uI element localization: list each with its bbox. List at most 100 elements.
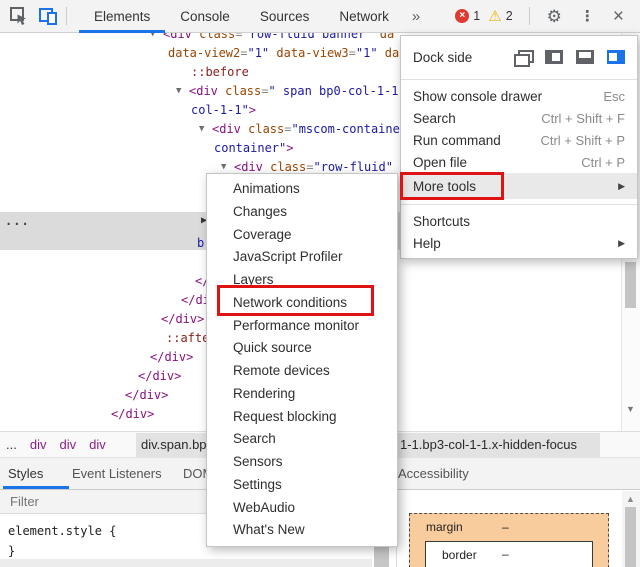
scroll-up-arrow-icon[interactable]: ▲	[624, 494, 637, 504]
box-model-margin[interactable]: margin – border –	[409, 513, 609, 567]
dom-scrollbar-thumb[interactable]	[625, 262, 636, 308]
devtools-window: Elements Console Sources Network» × 1 ⚠ 2 ⚙…	[0, 0, 640, 567]
device-toolbar-icon[interactable]	[38, 6, 58, 26]
tab-styles[interactable]: Styles	[8, 458, 43, 489]
devtools-toolbar: Elements Console Sources Network» × 1 ⚠ 2 ⚙…	[0, 0, 640, 33]
error-icon[interactable]: ×	[455, 9, 470, 23]
tab-elements[interactable]: Elements	[79, 0, 165, 33]
dom-tree-line: </div>	[150, 350, 194, 364]
submenu-item-animations[interactable]: Animations	[207, 178, 397, 201]
box-model-border[interactable]: border –	[425, 541, 593, 567]
warning-count: 2	[505, 9, 513, 23]
breadcrumb-crumb[interactable]: div	[59, 437, 76, 452]
menu-item-label: Show console drawer	[413, 88, 543, 104]
menu-item-show-console-drawer[interactable]: Show console drawer Esc	[401, 85, 637, 107]
breadcrumb-crumb[interactable]: div	[30, 437, 47, 452]
menu-item-dock-side[interactable]: Dock side	[401, 40, 637, 74]
warning-icon[interactable]: ⚠	[488, 9, 501, 24]
dom-tree-line: ▼ <div class="row-fluid banner" da	[150, 33, 395, 41]
toolbar-divider	[528, 7, 530, 25]
menu-dots-icon[interactable]: ⋮	[580, 9, 595, 24]
submenu-item-remote-devices[interactable]: Remote devices	[207, 360, 397, 383]
metrics-pane: margin – border –	[396, 490, 640, 567]
dock-side-icons	[514, 50, 625, 67]
breadcrumb-ellipsis[interactable]: ...	[6, 437, 17, 452]
selected-node-gutter-dots: ...	[5, 214, 30, 228]
dom-tree-line: ::before	[191, 65, 249, 79]
undock-icon[interactable]	[514, 50, 534, 67]
toolbar-divider	[66, 7, 67, 25]
menu-item-label: Search	[413, 110, 456, 126]
submenu-item-coverage[interactable]: Coverage	[207, 224, 397, 247]
tab-event-listeners[interactable]: Event Listeners	[72, 458, 162, 489]
dock-left-icon[interactable]	[545, 50, 563, 64]
menu-item-open-file[interactable]: Open file Ctrl + P	[401, 151, 637, 173]
menu-divider	[401, 204, 637, 205]
margin-value[interactable]: –	[502, 520, 509, 534]
dom-tree-line: ▼ <div class=" span bp0-col-1-1	[176, 84, 399, 98]
menu-item-label: Shortcuts	[413, 213, 471, 229]
submenu-item-javascript-profiler[interactable]: JavaScript Profiler	[207, 246, 397, 269]
more-tools-submenu: Animations Changes Coverage JavaScript Prof…	[206, 173, 398, 547]
margin-label: margin	[426, 520, 463, 534]
submenu-arrow-icon: ▶	[618, 180, 625, 191]
submenu-item-quick-source[interactable]: Quick source	[207, 337, 397, 360]
menu-shortcut: Esc	[603, 88, 625, 104]
tab-sources[interactable]: Sources	[245, 0, 325, 33]
submenu-arrow-icon: ▶	[618, 237, 625, 248]
tab-accessibility[interactable]: Accessibility	[398, 458, 469, 489]
border-value[interactable]: –	[502, 547, 509, 561]
sidebar-scrollbar-thumb[interactable]	[625, 507, 636, 567]
scroll-down-arrow-icon[interactable]: ▼	[624, 404, 637, 414]
error-count: 1	[473, 9, 481, 23]
menu-divider	[401, 79, 637, 80]
submenu-item-settings[interactable]: Settings	[207, 474, 397, 497]
settings-gear-icon[interactable]: ⚙	[547, 8, 562, 25]
dom-tree-line: data-view2="1" data-view3="1" dat	[168, 46, 407, 60]
dom-tree-line: b	[197, 236, 205, 250]
tab-console[interactable]: Console	[165, 0, 245, 33]
menu-item-search[interactable]: Search Ctrl + Shift + F	[401, 107, 637, 129]
submenu-item-sensors[interactable]: Sensors	[207, 451, 397, 474]
dom-tree-line: col-1-1">	[191, 103, 257, 117]
dom-tree-line: ▼ <div class="mscom-container-	[199, 122, 415, 136]
breadcrumb-selected-left: div.span.bp	[141, 437, 207, 452]
dom-tree-line: </div>	[138, 369, 182, 383]
styles-scrollbar-thumb[interactable]	[374, 547, 389, 567]
dock-right-icon[interactable]	[607, 50, 625, 64]
menu-item-label: Dock side	[413, 49, 473, 65]
menu-item-label: Open file	[413, 154, 468, 170]
submenu-item-search[interactable]: Search	[207, 428, 397, 451]
tab-network[interactable]: Network	[324, 0, 404, 33]
submenu-item-webaudio[interactable]: WebAudio	[207, 497, 397, 520]
border-label: border	[442, 548, 477, 562]
dom-tree-line: </div>	[161, 312, 205, 326]
dom-tree-line: container">	[214, 141, 294, 155]
inspect-element-icon[interactable]	[9, 6, 29, 26]
submenu-item-request-blocking[interactable]: Request blocking	[207, 406, 397, 429]
submenu-item-changes[interactable]: Changes	[207, 201, 397, 224]
styles-horizontal-scrollbar[interactable]	[0, 559, 372, 567]
network-conditions-highlight-box	[217, 285, 374, 316]
devtools-main-menu: Dock side Show console drawer Esc Search Ctr…	[400, 35, 638, 259]
filter-input[interactable]: Filter	[10, 490, 39, 513]
breadcrumb-selected-right: 1-1.bp3-col-1-1.x-hidden-focus	[400, 437, 578, 452]
breadcrumb-crumb[interactable]: div	[89, 437, 106, 452]
menu-shortcut: Ctrl + Shift + F	[541, 110, 625, 126]
close-icon[interactable]: ×	[613, 7, 624, 26]
panel-tabs: Elements Console Sources Network»	[79, 0, 428, 33]
menu-item-label: Help	[413, 235, 441, 251]
more-tools-highlight-box	[400, 172, 504, 200]
submenu-item-performance-monitor[interactable]: Performance monitor	[207, 315, 397, 338]
menu-item-run-command[interactable]: Run command Ctrl + Shift + P	[401, 129, 637, 151]
menu-item-label: Run command	[413, 132, 501, 148]
submenu-item-rendering[interactable]: Rendering	[207, 383, 397, 406]
active-tab-underline	[3, 486, 69, 489]
menu-shortcut: Ctrl + P	[581, 154, 625, 170]
menu-item-shortcuts[interactable]: Shortcuts	[401, 210, 637, 232]
menu-item-help[interactable]: Help ▶	[401, 232, 637, 254]
dock-bottom-icon[interactable]	[576, 50, 594, 64]
submenu-item-what-s-new[interactable]: What's New	[207, 519, 397, 542]
more-tabs-icon[interactable]: »	[404, 0, 428, 33]
toolbar-right-group: × 1 ⚠ 2 ⚙ ⋮ ×	[455, 7, 640, 26]
